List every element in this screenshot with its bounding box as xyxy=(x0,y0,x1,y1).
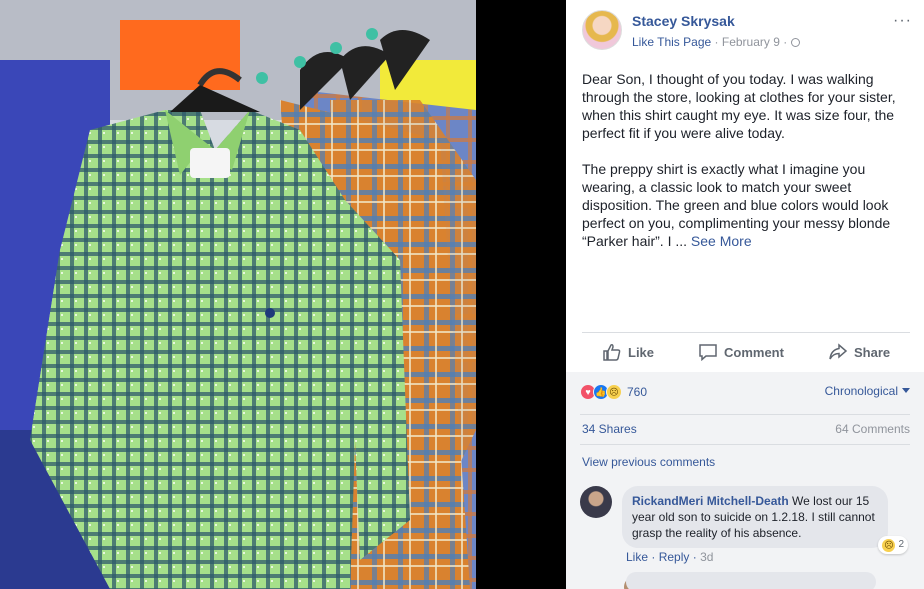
comment-button[interactable]: Comment xyxy=(698,343,784,361)
meta-separator: · xyxy=(783,35,791,49)
more-options-icon[interactable]: ··· xyxy=(893,12,912,30)
divider xyxy=(580,414,910,415)
comment-icon xyxy=(699,344,717,361)
chevron-down-icon xyxy=(902,388,910,393)
link-separator: · xyxy=(651,550,659,564)
commenter-name[interactable]: RickandMeri Mitchell-Death xyxy=(632,494,789,508)
comment-bubble: RickandMeri Mitchell-Death We lost our 1… xyxy=(622,486,908,554)
author-name[interactable]: Stacey Skrysak xyxy=(632,13,735,29)
like-label: Like xyxy=(628,344,655,360)
sort-label: Chronological xyxy=(824,384,898,398)
comment-reaction-badge[interactable]: ☹ 2 xyxy=(878,536,908,554)
shirt-rack-photo xyxy=(0,0,476,589)
post-meta: Like This Page · February 9 · xyxy=(632,35,800,49)
reaction-count[interactable]: 760 xyxy=(627,385,647,399)
post-photo[interactable] xyxy=(0,0,476,589)
comments-area: ♥ 👍 ☹ 760 Chronological 34 Shares 64 Com… xyxy=(566,372,924,589)
globe-icon xyxy=(790,38,800,47)
post-actions: Like Comment Share xyxy=(582,332,910,372)
comment-actions: Like · Reply · 3d xyxy=(626,550,713,564)
author-avatar[interactable] xyxy=(582,10,622,50)
post-text: Dear Son, I thought of you today. I was … xyxy=(582,70,910,268)
comments-count[interactable]: 64 Comments xyxy=(835,422,910,436)
sad-reaction-icon: ☹ xyxy=(606,384,622,400)
reaction-summary[interactable]: ♥ 👍 ☹ 760 xyxy=(580,384,647,400)
link-separator: · xyxy=(692,550,701,564)
share-button[interactable]: Share xyxy=(828,343,890,361)
meta-separator: · xyxy=(714,35,722,49)
comment-sort-dropdown[interactable]: Chronological xyxy=(825,384,910,398)
sad-reaction-icon: ☹ xyxy=(882,538,896,552)
commenter-avatar[interactable] xyxy=(580,486,612,518)
comment-like-link[interactable]: Like xyxy=(626,550,648,564)
post-date[interactable]: February 9 xyxy=(722,35,780,49)
share-label: Share xyxy=(854,344,891,360)
like-button[interactable]: Like xyxy=(602,343,654,361)
comment-time[interactable]: 3d xyxy=(700,550,713,564)
see-more-link[interactable]: See More xyxy=(691,233,752,249)
post-paragraph-2: The preppy shirt is exactly what I imagi… xyxy=(582,160,910,250)
comment-reaction-count: 2 xyxy=(898,539,904,550)
comment-label: Comment xyxy=(724,344,784,360)
post-header: Stacey Skrysak Like This Page · February… xyxy=(582,10,912,54)
share-arrow-icon xyxy=(829,343,848,360)
thumbs-up-icon xyxy=(603,344,621,361)
post-paragraph-1: Dear Son, I thought of you today. I was … xyxy=(582,71,896,141)
comment-reply-link[interactable]: Reply xyxy=(659,550,690,564)
post-side-panel: Stacey Skrysak Like This Page · February… xyxy=(566,0,924,589)
shares-count[interactable]: 34 Shares xyxy=(582,422,637,436)
comment-bubble-partial xyxy=(626,572,876,589)
view-previous-comments-link[interactable]: View previous comments xyxy=(582,455,715,469)
photo-letterbox xyxy=(476,0,566,589)
divider xyxy=(580,444,910,445)
like-page-link[interactable]: Like This Page xyxy=(632,35,711,49)
